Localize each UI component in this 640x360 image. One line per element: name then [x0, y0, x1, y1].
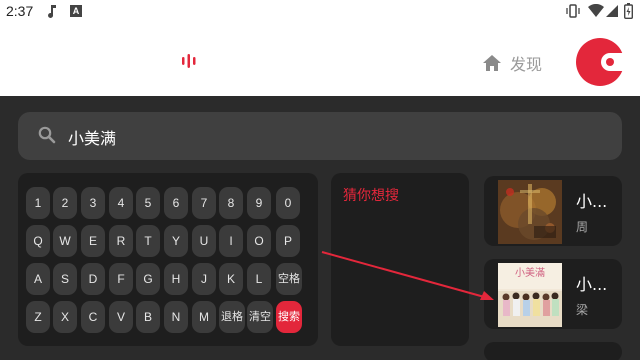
key-y[interactable]: Y	[164, 225, 188, 257]
search-bar[interactable]: 小美满	[18, 112, 622, 160]
key-4[interactable]: 4	[109, 187, 133, 219]
key-w[interactable]: W	[53, 225, 77, 257]
search-icon	[38, 126, 56, 144]
key-d[interactable]: D	[81, 263, 105, 295]
search-screen: 小美满 1 2 3 4 5 6 7 8 9 0 Q W E R T Y U I O P A S D F G H J K L 空格 Z X C V B…	[0, 96, 640, 360]
clear-key[interactable]: 清空	[247, 301, 273, 333]
key-5[interactable]: 5	[136, 187, 160, 219]
signal-icon	[606, 5, 618, 17]
key-q[interactable]: Q	[26, 225, 50, 257]
notification-a-icon: A	[70, 5, 82, 17]
key-l[interactable]: L	[247, 263, 271, 295]
vibrate-icon	[566, 4, 580, 18]
key-o[interactable]: O	[247, 225, 271, 257]
key-3[interactable]: 3	[81, 187, 105, 219]
key-s[interactable]: S	[53, 263, 77, 295]
top-navigation: 发现	[0, 24, 640, 96]
music-note-icon	[48, 5, 56, 18]
key-c[interactable]: C	[81, 301, 105, 333]
battery-icon	[624, 3, 633, 19]
key-m[interactable]: M	[192, 301, 216, 333]
result-title: 小...	[576, 192, 608, 211]
home-icon	[483, 55, 501, 71]
key-p[interactable]: P	[276, 225, 300, 257]
key-x[interactable]: X	[53, 301, 77, 333]
suggestions-panel: 猜你想搜	[331, 173, 469, 346]
key-t[interactable]: T	[136, 225, 160, 257]
result-artist: 周	[576, 220, 589, 234]
key-2[interactable]: 2	[53, 187, 77, 219]
result-card[interactable]: 小美滿 小... 梁	[484, 259, 622, 329]
key-a[interactable]: A	[26, 263, 50, 295]
discover-label: 发现	[510, 55, 543, 74]
search-key[interactable]: 搜索	[276, 301, 302, 333]
key-b[interactable]: B	[136, 301, 160, 333]
svg-text:小美滿: 小美滿	[515, 266, 545, 279]
status-time: 2:37	[6, 3, 34, 19]
discover-nav-item[interactable]: 发现	[482, 51, 542, 75]
result-card-partial[interactable]	[484, 342, 622, 360]
status-bar: 2:37 A	[0, 0, 640, 24]
key-u[interactable]: U	[192, 225, 216, 257]
result-card[interactable]: 小... 周	[484, 176, 622, 246]
key-1[interactable]: 1	[26, 187, 50, 219]
suggestions-title: 猜你想搜	[343, 188, 399, 204]
key-v[interactable]: V	[109, 301, 133, 333]
key-i[interactable]: I	[219, 225, 243, 257]
backspace-key[interactable]: 退格	[219, 301, 245, 333]
album-cover-image: 小美滿	[498, 263, 562, 327]
key-r[interactable]: R	[109, 225, 133, 257]
wifi-icon	[588, 4, 604, 17]
key-7[interactable]: 7	[192, 187, 216, 219]
result-title: 小...	[576, 275, 608, 294]
key-k[interactable]: K	[219, 263, 243, 295]
key-z[interactable]: Z	[26, 301, 50, 333]
key-g[interactable]: G	[136, 263, 160, 295]
key-9[interactable]: 9	[247, 187, 271, 219]
album-cover-image	[498, 180, 562, 244]
on-screen-keyboard: 1 2 3 4 5 6 7 8 9 0 Q W E R T Y U I O P A S D F G H J K L 空格 Z X C V B N M 退格…	[18, 173, 318, 346]
voice-wave-icon[interactable]	[180, 54, 198, 68]
key-h[interactable]: H	[164, 263, 188, 295]
key-e[interactable]: E	[81, 225, 105, 257]
search-input[interactable]: 小美满	[68, 125, 116, 149]
app-logo-icon[interactable]	[576, 38, 624, 86]
key-j[interactable]: J	[192, 263, 216, 295]
key-0[interactable]: 0	[276, 187, 300, 219]
key-6[interactable]: 6	[164, 187, 188, 219]
key-8[interactable]: 8	[219, 187, 243, 219]
key-f[interactable]: F	[109, 263, 133, 295]
key-n[interactable]: N	[164, 301, 188, 333]
space-key[interactable]: 空格	[276, 263, 302, 295]
result-artist: 梁	[576, 303, 589, 317]
